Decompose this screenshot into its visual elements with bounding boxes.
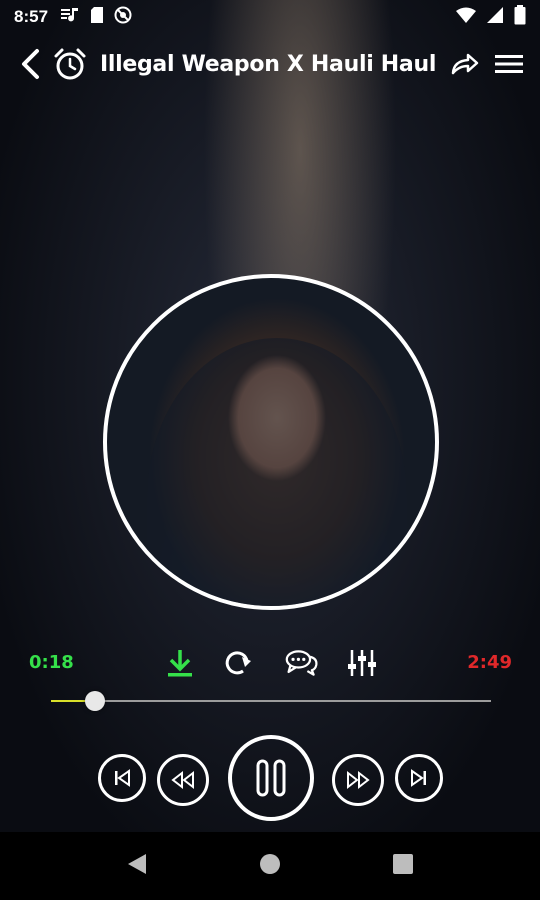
equalizer-icon[interactable] <box>345 646 379 680</box>
nav-recents-icon[interactable] <box>392 853 414 880</box>
menu-icon[interactable] <box>487 34 531 94</box>
app-bar: Illegal Weapon X Hauli Hauli - S <box>0 34 540 94</box>
status-bar: 8:57 <box>0 0 540 34</box>
player-tools-row: 0:18 2:49 <box>0 640 540 686</box>
skip-previous-icon <box>115 769 130 787</box>
skip-next-icon <box>411 769 426 787</box>
pause-icon <box>256 759 286 797</box>
album-art-image <box>147 338 407 606</box>
back-arrow-icon[interactable] <box>10 34 50 94</box>
pause-button[interactable] <box>228 735 314 821</box>
seek-bar[interactable] <box>51 691 491 711</box>
no-entry-icon <box>114 6 132 29</box>
music-note-icon <box>60 6 80 29</box>
total-time: 2:49 <box>467 652 512 673</box>
seek-bar-thumb[interactable] <box>85 691 105 711</box>
elapsed-time: 0:18 <box>29 652 74 673</box>
status-time: 8:57 <box>14 7 49 26</box>
song-title: Illegal Weapon X Hauli Hauli - S <box>100 51 435 77</box>
download-icon[interactable] <box>163 646 197 680</box>
nav-back-icon[interactable] <box>126 852 148 881</box>
fast-forward-button[interactable] <box>332 754 384 806</box>
system-nav-bar <box>0 832 540 900</box>
skip-previous-button[interactable] <box>98 754 146 802</box>
battery-icon <box>514 4 526 30</box>
sd-card-icon <box>90 6 104 29</box>
share-icon[interactable] <box>443 34 487 94</box>
signal-icon <box>486 6 504 29</box>
fast-forward-icon <box>347 770 370 790</box>
nav-home-icon[interactable] <box>259 853 281 880</box>
player-screen: 8:57 Illegal Weapon X Hauli Haul 0:18 2:… <box>0 0 540 900</box>
wifi-icon <box>456 7 476 28</box>
repeat-icon[interactable] <box>220 646 254 680</box>
alarm-clock-icon[interactable] <box>50 34 90 94</box>
skip-next-button[interactable] <box>395 754 443 802</box>
rewind-icon <box>171 770 194 790</box>
album-art <box>103 274 439 610</box>
chat-icon[interactable] <box>285 646 319 680</box>
rewind-button[interactable] <box>157 754 209 806</box>
